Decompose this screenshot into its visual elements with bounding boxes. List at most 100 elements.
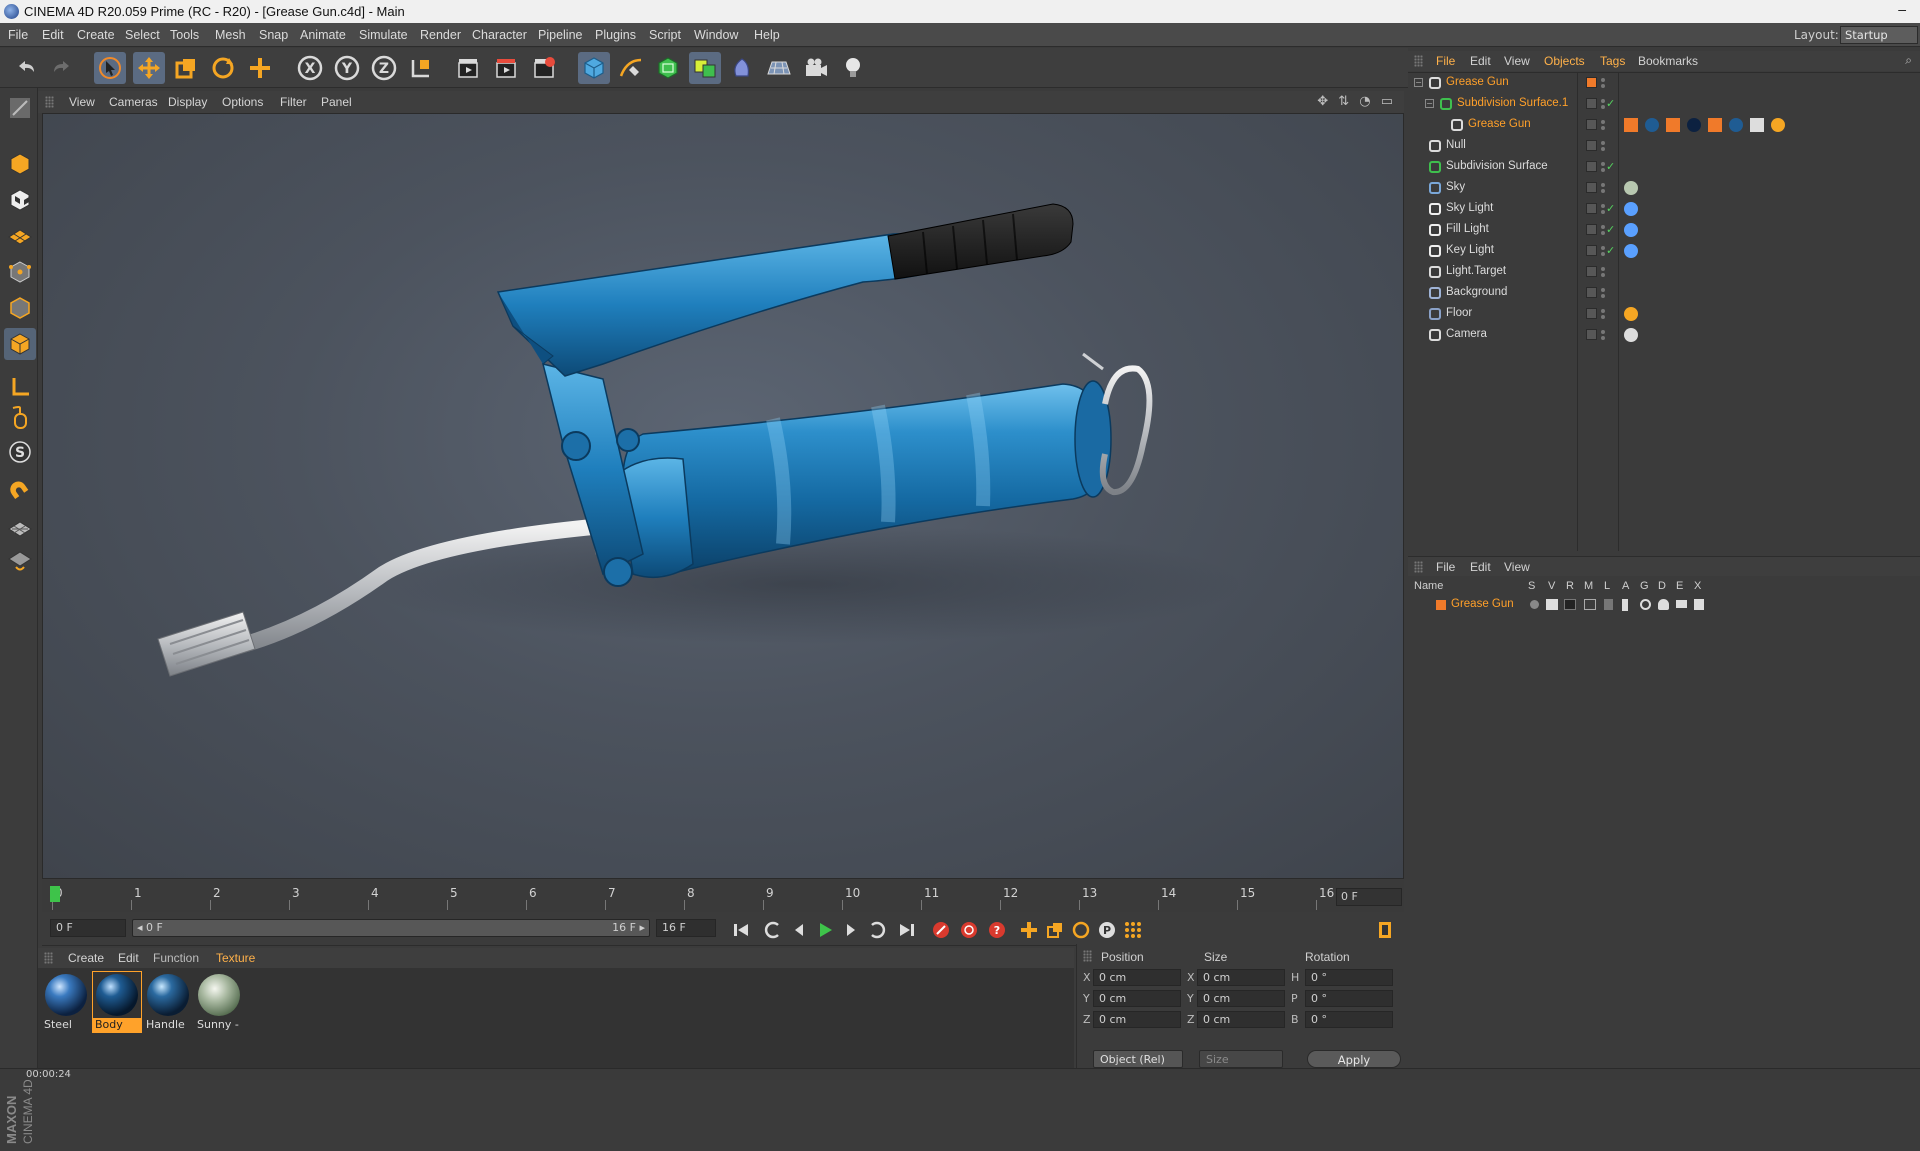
material-panel-grip[interactable] bbox=[44, 952, 53, 964]
make-editable-button[interactable] bbox=[4, 92, 36, 124]
object-layer-swatch[interactable] bbox=[1586, 77, 1597, 88]
menu-pipeline[interactable]: Pipeline bbox=[538, 28, 582, 42]
editor-visibility-dot[interactable] bbox=[1601, 141, 1605, 145]
planar-workplane-button[interactable] bbox=[4, 544, 36, 576]
current-frame-field[interactable]: 0 F bbox=[1336, 888, 1402, 906]
tweak-mode-button[interactable] bbox=[4, 402, 36, 434]
viewport-menu-view[interactable]: View bbox=[69, 95, 95, 109]
object-tag-icon[interactable] bbox=[1624, 181, 1638, 195]
record-position-button[interactable] bbox=[1016, 918, 1042, 942]
points-mode-button[interactable] bbox=[4, 256, 36, 288]
render-visibility-dot[interactable] bbox=[1601, 105, 1605, 109]
layer-solo-toggle[interactable] bbox=[1530, 600, 1539, 609]
object-name[interactable]: Camera bbox=[1446, 328, 1487, 340]
menu-script[interactable]: Script bbox=[649, 28, 681, 42]
enabled-check-icon[interactable]: ✓ bbox=[1606, 160, 1615, 173]
frame-range-slider[interactable]: ◂ 0 F 16 F ▸ bbox=[132, 919, 650, 937]
object-name[interactable]: Subdivision Surface bbox=[1446, 160, 1548, 172]
object-name[interactable]: Floor bbox=[1446, 307, 1472, 319]
timeline-playhead[interactable] bbox=[50, 886, 60, 902]
rotate-tool[interactable] bbox=[207, 52, 239, 84]
viewport-menu-filter[interactable]: Filter bbox=[280, 95, 307, 109]
editor-visibility-dot[interactable] bbox=[1601, 183, 1605, 187]
go-to-end-button[interactable] bbox=[894, 918, 920, 942]
size-y-field[interactable]: 0 cm bbox=[1197, 990, 1285, 1007]
object-menu-objects[interactable]: Objects bbox=[1544, 54, 1585, 68]
add-cube-button[interactable] bbox=[578, 52, 610, 84]
object-menu-bookmarks[interactable]: Bookmarks bbox=[1638, 54, 1698, 68]
object-row[interactable]: Sky Light ✓ bbox=[1408, 199, 1920, 219]
recent-tools[interactable] bbox=[244, 52, 276, 84]
object-layer-swatch[interactable] bbox=[1586, 245, 1597, 256]
menu-file[interactable]: File bbox=[8, 28, 28, 42]
object-name[interactable]: Background bbox=[1446, 286, 1507, 298]
layer-render-clapper-icon[interactable] bbox=[1564, 599, 1576, 610]
menu-character[interactable]: Character bbox=[472, 28, 527, 42]
object-tag-icon[interactable] bbox=[1666, 118, 1680, 132]
object-tag-icon[interactable] bbox=[1645, 118, 1659, 132]
add-floor-button[interactable] bbox=[763, 52, 795, 84]
z-axis-toggle[interactable]: Z bbox=[368, 52, 400, 84]
object-layer-swatch[interactable] bbox=[1586, 287, 1597, 298]
layer-lock-icon[interactable] bbox=[1604, 599, 1613, 610]
tree-expand-toggle[interactable]: − bbox=[1425, 99, 1434, 108]
add-light-button[interactable] bbox=[837, 52, 869, 84]
layer-deformer-icon[interactable] bbox=[1658, 599, 1669, 610]
object-name[interactable]: Sky Light bbox=[1446, 202, 1493, 214]
object-tag-icon[interactable] bbox=[1729, 118, 1743, 132]
object-row[interactable]: − Subdivision Surface.1 ✓ bbox=[1408, 94, 1920, 114]
material-menu-texture[interactable]: Texture bbox=[216, 951, 255, 965]
object-layer-swatch[interactable] bbox=[1586, 308, 1597, 319]
size-z-field[interactable]: 0 cm bbox=[1197, 1011, 1285, 1028]
menu-mesh[interactable]: Mesh bbox=[215, 28, 246, 42]
layer-generator-icon[interactable] bbox=[1640, 599, 1651, 610]
add-camera-button[interactable] bbox=[800, 52, 832, 84]
enabled-check-icon[interactable]: ✓ bbox=[1606, 202, 1615, 215]
object-layer-swatch[interactable] bbox=[1586, 266, 1597, 277]
object-tag-icon[interactable] bbox=[1624, 202, 1638, 216]
layer-panel-grip[interactable] bbox=[1414, 561, 1423, 573]
layer-col-expressions[interactable]: E bbox=[1676, 580, 1683, 592]
object-tag-icon[interactable] bbox=[1624, 223, 1638, 237]
timeline-ruler[interactable]: 012345678910111213141516 0 F bbox=[42, 880, 1404, 912]
menu-plugins[interactable]: Plugins bbox=[595, 28, 636, 42]
menu-window[interactable]: Window bbox=[694, 28, 738, 42]
layer-col-name[interactable]: Name bbox=[1414, 580, 1443, 592]
editor-visibility-dot[interactable] bbox=[1601, 267, 1605, 271]
object-tag-icon[interactable] bbox=[1687, 118, 1701, 132]
layer-col-render[interactable]: R bbox=[1566, 580, 1574, 592]
object-menu-tags[interactable]: Tags bbox=[1600, 54, 1625, 68]
layer-manager-icon[interactable] bbox=[1584, 599, 1596, 610]
menu-tools[interactable]: Tools bbox=[170, 28, 199, 42]
layer-menu-file[interactable]: File bbox=[1436, 560, 1455, 574]
layer-name[interactable]: Grease Gun bbox=[1451, 598, 1514, 610]
polygons-mode-button[interactable] bbox=[4, 328, 36, 360]
layer-animation-icon[interactable] bbox=[1622, 599, 1628, 611]
object-tag-icon[interactable] bbox=[1624, 307, 1638, 321]
add-deformer-button[interactable] bbox=[726, 52, 758, 84]
rotation-p-field[interactable]: 0 ° bbox=[1305, 990, 1393, 1007]
menu-select[interactable]: Select bbox=[125, 28, 160, 42]
render-visibility-dot[interactable] bbox=[1601, 126, 1605, 130]
record-point-level-button[interactable] bbox=[1120, 918, 1146, 942]
object-row[interactable]: Subdivision Surface ✓ bbox=[1408, 157, 1920, 177]
next-key-button[interactable] bbox=[864, 918, 890, 942]
layer-color-swatch[interactable] bbox=[1436, 600, 1446, 610]
x-axis-toggle[interactable]: X bbox=[294, 52, 326, 84]
render-visibility-dot[interactable] bbox=[1601, 336, 1605, 340]
object-tag-icon[interactable] bbox=[1624, 244, 1638, 258]
object-layer-swatch[interactable] bbox=[1586, 329, 1597, 340]
perspective-viewport[interactable] bbox=[42, 113, 1404, 879]
edges-mode-button[interactable] bbox=[4, 292, 36, 324]
object-name[interactable]: Sky bbox=[1446, 181, 1465, 193]
magnet-button[interactable] bbox=[4, 476, 36, 508]
scale-tool[interactable] bbox=[170, 52, 202, 84]
object-name[interactable]: Light.Target bbox=[1446, 265, 1506, 277]
render-visibility-dot[interactable] bbox=[1601, 210, 1605, 214]
render-visibility-dot[interactable] bbox=[1601, 294, 1605, 298]
layer-col-animation[interactable]: A bbox=[1622, 580, 1629, 592]
object-layer-swatch[interactable] bbox=[1586, 224, 1597, 235]
layer-col-generators[interactable]: G bbox=[1640, 580, 1649, 592]
menu-help[interactable]: Help bbox=[754, 28, 780, 42]
coordinates-panel-grip[interactable] bbox=[1083, 950, 1092, 962]
